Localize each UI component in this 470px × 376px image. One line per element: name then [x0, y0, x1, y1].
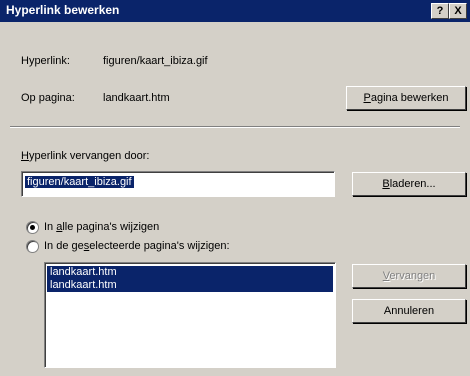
page-label: Op pagina: [21, 92, 75, 104]
hyperlink-label: Hyperlink: [21, 55, 70, 67]
replace-label-text: yperlink vervangen door: [28, 150, 150, 162]
separator [10, 126, 460, 128]
radio-selected-pages-label[interactable]: In de geselecteerde pagina's wijzigen: [44, 240, 230, 252]
page-value: landkaart.htm [103, 92, 170, 104]
close-button[interactable]: X [449, 3, 467, 19]
radio-all-rest: lle pagina's wijzigen [62, 221, 160, 233]
edit-page-label: agina bewerken [370, 92, 449, 104]
browse-button[interactable]: Bladeren... [352, 172, 466, 196]
edit-page-button[interactable]: Pagina bewerken [346, 86, 466, 110]
browse-label: laderen... [389, 178, 436, 190]
replace-label: Hyperlink vervangen door: [21, 150, 149, 162]
pages-listbox[interactable]: landkaart.htm landkaart.htm [44, 262, 336, 368]
radio-selected-pages[interactable] [26, 240, 39, 253]
replace-label-accel: H [21, 150, 29, 162]
radio-selected-pre: In de ge [44, 240, 84, 252]
radio-all-pre: In [44, 221, 57, 233]
replace-button-label: ervangen [389, 270, 436, 282]
replace-input-value: figuren/kaart_ibiza.gif [25, 176, 134, 188]
cancel-button[interactable]: Annuleren [352, 299, 466, 323]
list-item[interactable]: landkaart.htm [47, 266, 333, 279]
edit-hyperlink-dialog: Hyperlink bewerken ? X Hyperlink: figure… [0, 0, 470, 376]
window-title: Hyperlink bewerken [6, 3, 120, 17]
list-item[interactable]: landkaart.htm [47, 279, 333, 292]
replace-button[interactable]: Vervangen [352, 264, 466, 288]
edit-page-accel: P [363, 92, 371, 104]
radio-all-pages-label[interactable]: In alle pagina's wijzigen [44, 221, 159, 233]
replace-input[interactable]: figuren/kaart_ibiza.gif [21, 171, 335, 197]
help-button[interactable]: ? [431, 3, 449, 19]
browse-accel: B [382, 178, 390, 190]
radio-all-pages[interactable] [26, 221, 39, 234]
hyperlink-value: figuren/kaart_ibiza.gif [103, 55, 208, 67]
radio-dot [30, 225, 35, 230]
title-bar: Hyperlink bewerken ? X [0, 0, 470, 22]
radio-selected-rest: electeerde pagina's wijzigen: [89, 240, 230, 252]
